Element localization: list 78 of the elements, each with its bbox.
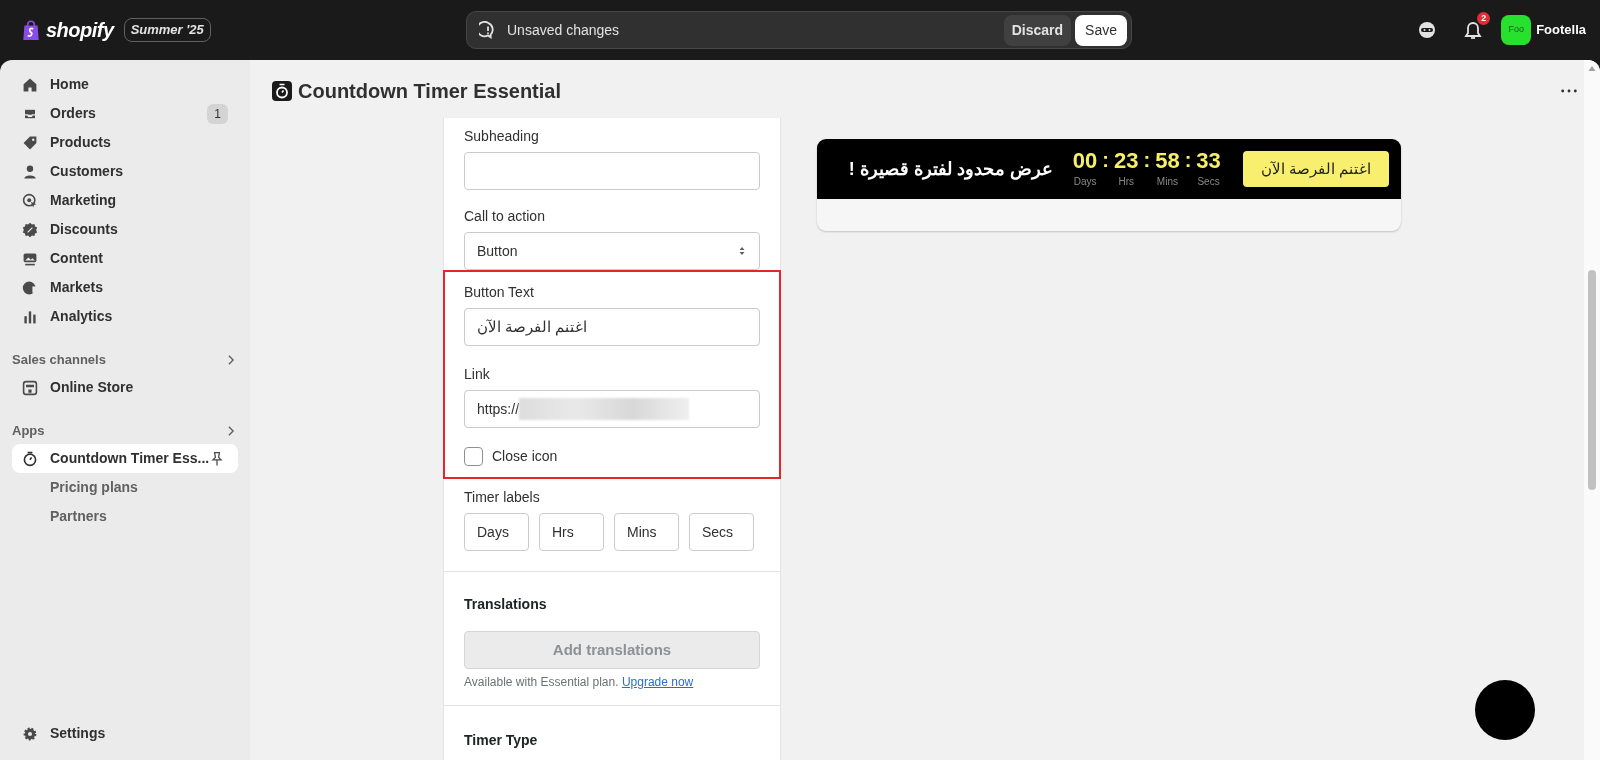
sidebar-item[interactable]: Content: [12, 244, 238, 273]
sidebar-item[interactable]: Marketing: [12, 186, 238, 215]
chat-button[interactable]: [1475, 680, 1535, 740]
settings-icon: [22, 725, 38, 742]
time-unit-label: Mins: [1156, 174, 1178, 189]
alert-icon: [479, 21, 497, 39]
badge-percent-icon: [22, 221, 38, 238]
sidebar-item[interactable]: Home: [12, 70, 238, 99]
save-button[interactable]: Save: [1075, 14, 1127, 46]
time-value: 33: [1196, 149, 1221, 174]
field-label: Link: [464, 365, 491, 384]
person-icon: [22, 163, 38, 180]
edition-badge: Summer '25: [123, 18, 211, 42]
plan-note: Available with Essential plan. Upgrade now: [464, 674, 695, 691]
store-name[interactable]: Footella: [1536, 20, 1586, 40]
stopwatch-icon: [272, 81, 292, 101]
input-field[interactable]: Hrs: [539, 513, 604, 551]
sidebar-subitem[interactable]: Pricing plans: [12, 473, 238, 502]
input-field[interactable]: Days: [464, 513, 529, 551]
notification-icon[interactable]: [1463, 20, 1484, 41]
target-icon: [22, 192, 38, 209]
field-label: Button Text: [464, 283, 535, 302]
tag-icon: [22, 134, 38, 151]
notification-count: 2: [1477, 12, 1491, 26]
sidebar-item[interactable]: Countdown Timer Ess...: [12, 444, 238, 473]
save-bar-message: Unsaved changes: [507, 20, 620, 40]
mask-face-icon[interactable]: [1417, 20, 1438, 40]
time-unit-label: Secs: [1197, 174, 1220, 189]
chart-icon: [22, 308, 38, 325]
field-label: Subheading: [464, 127, 540, 146]
settings-item[interactable]: Settings: [12, 719, 238, 748]
shopify-logo[interactable]: shopify: [20, 15, 114, 45]
section-title: Timer Type: [464, 731, 539, 750]
sidebar-subitem[interactable]: Partners: [12, 502, 238, 531]
scrollbar-thumb[interactable]: [1588, 270, 1596, 490]
section-heading: Apps: [12, 422, 45, 441]
upgrade-link[interactable]: Upgrade now: [621, 675, 694, 689]
input-field[interactable]: Secs: [689, 513, 754, 551]
sidebar-item[interactable]: Discounts: [12, 215, 238, 244]
checkbox[interactable]: [464, 447, 483, 466]
checkbox-label: Close icon: [492, 447, 558, 466]
banner-headline: عرض محدود لفترة قصيرة !: [848, 157, 1053, 182]
sidebar-item[interactable]: Orders 1: [12, 99, 238, 128]
input-field[interactable]: اغتنم الفرصة الآن: [464, 308, 760, 346]
select-field[interactable]: Button: [464, 232, 760, 270]
cta-button[interactable]: اغتنم الفرصة الآن: [1242, 150, 1390, 188]
sidebar-item[interactable]: Online Store: [12, 373, 238, 402]
section-heading: Sales channels: [12, 351, 106, 370]
logo-text: shopify: [46, 18, 114, 43]
image-icon: [22, 250, 38, 267]
discard-button[interactable]: Discard: [1003, 14, 1072, 46]
time-separator: :: [1102, 148, 1109, 173]
sidebar-item[interactable]: Products: [12, 128, 238, 157]
input-field[interactable]: https://: [464, 390, 760, 428]
page-title: Countdown Timer Essential: [298, 79, 561, 103]
time-value: 00: [1072, 149, 1098, 174]
scrollbar[interactable]: [1584, 60, 1600, 760]
sidebar-item[interactable]: Markets: [12, 273, 238, 302]
select-value: Button: [477, 241, 518, 261]
field-label: Timer labels: [464, 488, 541, 507]
shopping-bag-icon: [20, 18, 42, 42]
section-title: Translations: [464, 595, 548, 614]
time-separator: :: [1184, 148, 1192, 173]
time-separator: :: [1143, 148, 1151, 173]
time-value: 23: [1114, 149, 1139, 174]
store-icon: [22, 379, 38, 396]
time-unit-label: Days: [1073, 174, 1097, 189]
time-unit-label: Hrs: [1118, 174, 1134, 189]
time-value: 58: [1155, 149, 1180, 174]
field-label: Call to action: [464, 207, 546, 226]
input-field[interactable]: Mins: [614, 513, 679, 551]
input-field[interactable]: [464, 152, 760, 190]
count-badge: 1: [207, 103, 228, 124]
stopwatch-icon: [22, 450, 38, 467]
store-avatar: Foo: [1501, 15, 1532, 45]
sidebar-item[interactable]: Customers: [12, 157, 238, 186]
home-icon: [22, 76, 38, 93]
sidebar-item[interactable]: Analytics: [12, 302, 238, 331]
